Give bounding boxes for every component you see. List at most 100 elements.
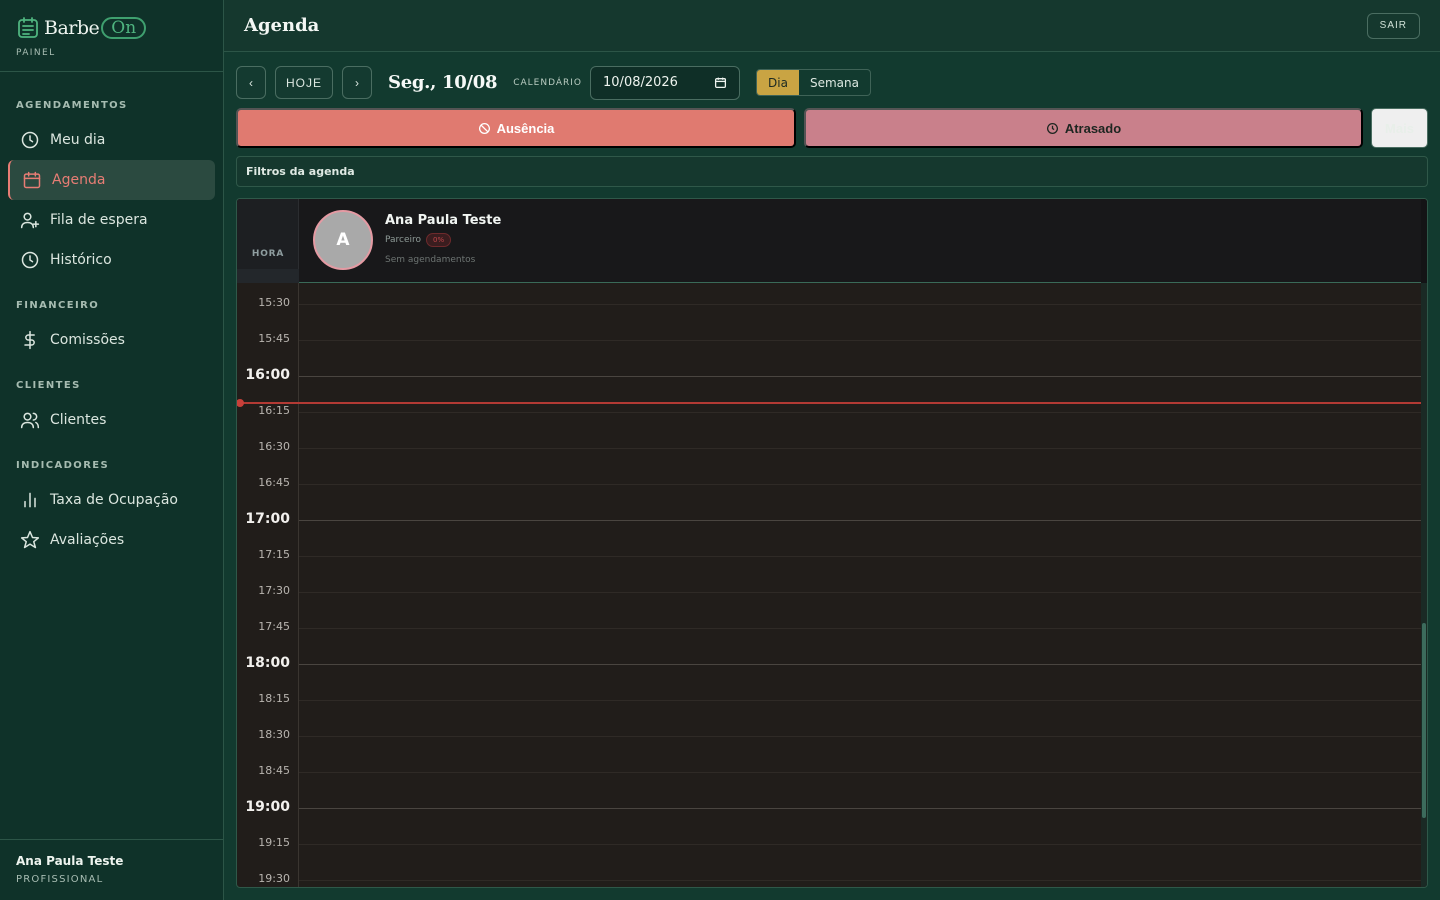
time-slot-label: 18:45 (258, 764, 290, 777)
time-slot-label: 15:30 (258, 296, 290, 309)
time-slot-line[interactable] (299, 520, 1421, 521)
time-slot-line[interactable] (299, 340, 1421, 341)
sidebar-item-label: Agenda (52, 172, 106, 188)
time-slot-label: 16:30 (258, 440, 290, 453)
top-bar: Agenda SAIR (224, 0, 1440, 52)
time-slot-label: 17:45 (258, 620, 290, 633)
sidebar-nav: AGENDAMENTOS Meu dia Agenda Fila de espe… (0, 72, 223, 560)
time-slot-line[interactable] (299, 880, 1421, 881)
sidebar-item-clientes[interactable]: Clientes (8, 400, 215, 440)
time-slot-label: 19:15 (258, 836, 290, 849)
sidebar-item-comissoes[interactable]: Comissões (8, 320, 215, 360)
clock-icon (1046, 122, 1058, 134)
professional-name: Ana Paula Teste (385, 213, 502, 228)
time-slot-label: 17:30 (258, 584, 290, 597)
user-profile[interactable]: Ana Paula Teste PROFISSIONAL (0, 839, 223, 900)
date-field[interactable]: 10/08/2026 (590, 65, 741, 100)
dollar-icon (24, 330, 35, 350)
calendar-logo-icon (18, 17, 38, 38)
absence-label: Ausência (496, 120, 555, 136)
time-slot-line[interactable] (299, 304, 1421, 305)
user-plus-icon (20, 212, 40, 229)
prev-day-button[interactable]: ‹ (236, 66, 266, 99)
brand-subtitle: PAINEL (16, 48, 56, 58)
time-slot-label: 18:00 (245, 655, 290, 671)
nav-section-clientes: CLIENTES (16, 380, 81, 391)
date-field-value: 10/08/2026 (603, 75, 678, 90)
time-slot-line[interactable] (299, 736, 1421, 737)
sidebar-item-fila-de-espera[interactable]: Fila de espera (8, 200, 215, 240)
view-option-dia[interactable]: Dia (757, 70, 799, 95)
occupancy-badge: 0% (426, 233, 452, 247)
sidebar-item-label: Taxa de Ocupação (50, 492, 178, 508)
sidebar-item-agenda[interactable]: Agenda (8, 160, 215, 200)
absence-button[interactable]: Ausência (236, 108, 796, 148)
avatar[interactable]: A (313, 210, 373, 270)
bar-chart-icon (24, 492, 36, 508)
user-role: PROFISSIONAL (16, 874, 104, 885)
time-slot-line[interactable] (299, 412, 1421, 413)
view-toggle: Dia Semana (756, 69, 871, 96)
time-slot-label: 19:30 (258, 872, 290, 885)
date-controls: ‹ HOJE › Seg., 10/08 CALENDÁRIO 10/08/20… (236, 65, 871, 100)
time-slot-line[interactable] (299, 592, 1421, 593)
hour-column-header: HORA (237, 199, 299, 283)
sidebar-item-label: Avaliações (50, 532, 125, 548)
sidebar-item-label: Meu dia (50, 132, 106, 148)
time-slot-line[interactable] (299, 484, 1421, 485)
agenda-body[interactable]: 15:30 15:45 16:00 16:15 16:30 16:45 17:00 17:15… (237, 283, 1427, 887)
nav-section-financeiro: FINANCEIRO (16, 300, 100, 311)
sidebar-item-avaliacoes[interactable]: Avaliações (8, 520, 215, 560)
sidebar-item-taxa-de-ocupacao[interactable]: Taxa de Ocupação (8, 480, 215, 520)
today-button[interactable]: HOJE (275, 66, 333, 99)
late-button[interactable]: Atrasado (804, 108, 1363, 148)
time-slot-label: 19:00 (245, 799, 290, 815)
hour-column-label: HORA (251, 249, 285, 259)
time-slot-label: 18:30 (258, 728, 290, 741)
users-icon (20, 412, 40, 429)
brand-name: Barbe (44, 17, 100, 39)
sidebar-item-meu-dia[interactable]: Meu dia (8, 120, 215, 160)
late-label: Atrasado (1064, 120, 1122, 136)
brand-logo[interactable]: Barbe On (16, 14, 207, 42)
agenda-grid: HORA A Ana Paula Teste Parceiro 0% Sem a… (236, 198, 1428, 888)
scrollbar-thumb[interactable] (1422, 623, 1426, 818)
agenda-filters[interactable]: Filtros da agenda (236, 156, 1428, 187)
time-slot-label: 16:45 (258, 476, 290, 489)
professional-meta: Parceiro 0% (385, 233, 452, 247)
time-slot-line[interactable] (299, 700, 1421, 701)
time-slot-line[interactable] (299, 844, 1421, 845)
view-option-semana[interactable]: Semana (799, 70, 870, 95)
time-slot-line[interactable] (299, 628, 1421, 629)
logout-button[interactable]: SAIR (1366, 12, 1420, 39)
time-slot-line[interactable] (299, 556, 1421, 557)
nav-section-indicadores: INDICADORES (16, 460, 110, 471)
time-slot-label: 15:45 (258, 332, 290, 345)
calendar-picker-icon[interactable] (714, 76, 727, 89)
time-slot-label: 16:15 (258, 404, 290, 417)
time-slot-line[interactable] (299, 664, 1421, 665)
professional-status: Sem agendamentos (385, 255, 476, 265)
time-slot-line[interactable] (299, 448, 1421, 449)
time-slot-line[interactable] (299, 376, 1421, 377)
brand-pill: On (101, 17, 147, 39)
professional-role: Parceiro (385, 235, 422, 245)
sidebar-item-label: Comissões (50, 332, 125, 348)
time-slot-label: 18:15 (258, 692, 290, 705)
clock-icon (21, 131, 39, 149)
sidebar: Barbe On PAINEL AGENDAMENTOS Meu dia Age… (0, 0, 224, 900)
time-slot-line[interactable] (299, 808, 1421, 809)
more-button[interactable]: Mais (1371, 108, 1428, 148)
nav-section-agendamentos: AGENDAMENTOS (16, 100, 128, 111)
action-row: Ausência Atrasado Mais (236, 108, 1428, 148)
sidebar-item-label: Histórico (50, 252, 112, 268)
next-day-button[interactable]: › (342, 66, 372, 99)
ban-icon (478, 122, 490, 134)
time-slot-line[interactable] (299, 772, 1421, 773)
sidebar-item-label: Fila de espera (50, 212, 148, 228)
scrollbar[interactable] (1421, 283, 1427, 887)
sidebar-item-historico[interactable]: Histórico (8, 240, 215, 280)
time-slot-label: 17:00 (245, 511, 290, 527)
agenda-header: HORA A Ana Paula Teste Parceiro 0% Sem a… (237, 199, 1427, 283)
calendar-label: CALENDÁRIO (513, 77, 583, 88)
